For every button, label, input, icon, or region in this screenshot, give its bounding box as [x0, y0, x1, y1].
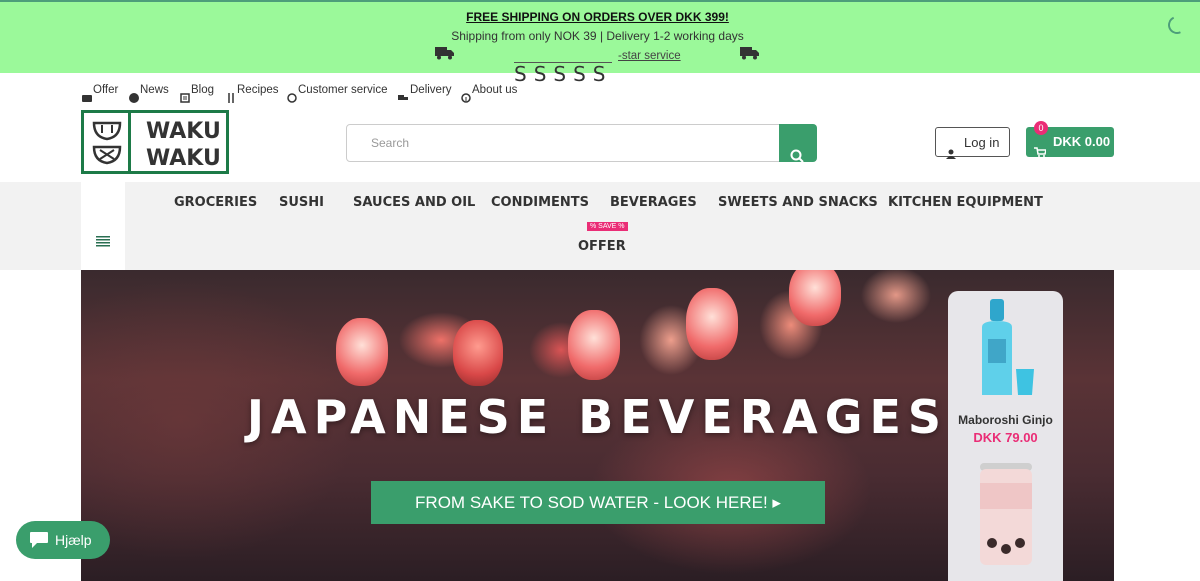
featured-product-card[interactable]: Maboroshi Ginjo DKK 79.00	[948, 291, 1063, 581]
lantern-image	[686, 288, 738, 360]
nav-groceries[interactable]: GROCERIES	[174, 195, 257, 210]
utility-label: Blog	[191, 84, 215, 96]
truck-icon	[740, 47, 759, 60]
user-icon	[946, 149, 956, 159]
recipes-icon	[228, 93, 234, 103]
chat-bubble-icon	[30, 532, 48, 548]
site-logo[interactable]: WAKU WAKU	[81, 110, 229, 174]
blog-icon	[180, 93, 190, 103]
bubble-tea-can-image	[980, 463, 1032, 565]
rating-stars: SSSSS	[514, 62, 613, 86]
utility-label: About us	[472, 84, 518, 96]
sake-bottle-image	[982, 299, 1034, 395]
cart-icon	[1034, 147, 1046, 157]
nav-sweets-and-snacks[interactable]: SWEETS AND SNACKS	[718, 195, 878, 210]
logo-divider	[128, 113, 131, 171]
help-label: Hjælp	[55, 532, 92, 548]
product-price: DKK 79.00	[973, 430, 1038, 445]
search-button[interactable]	[779, 124, 817, 163]
lantern-image	[453, 320, 503, 386]
nav-sushi[interactable]: SUSHI	[279, 195, 324, 210]
utility-label: Offer	[93, 84, 119, 96]
about-icon	[461, 93, 471, 103]
menu-toggle[interactable]	[81, 182, 125, 270]
login-button[interactable]: Log in	[935, 127, 1010, 159]
news-icon	[129, 93, 139, 103]
delivery-icon	[398, 95, 408, 100]
search-input[interactable]: Search	[346, 124, 780, 162]
hamburger-menu-icon	[96, 236, 110, 247]
hero-cta-button[interactable]: FROM SAKE TO SOD WATER - LOOK HERE! ▸	[371, 481, 825, 524]
login-label: Log in	[964, 135, 1000, 150]
utility-label: Recipes	[237, 84, 279, 96]
offer-icon	[82, 95, 92, 102]
cart-count-badge: 0	[1034, 121, 1048, 135]
help-chat-button[interactable]: Hjælp	[16, 521, 110, 559]
cart-button[interactable]: 0 DKK 0.00	[1026, 121, 1114, 157]
search-icon	[790, 149, 804, 163]
star-service-link[interactable]: -star service	[618, 50, 681, 62]
lantern-image	[336, 318, 388, 386]
free-shipping-headline[interactable]: FREE SHIPPING ON ORDERS OVER DKK 399!	[0, 10, 1195, 24]
nav-condiments[interactable]: CONDIMENTS	[491, 195, 589, 210]
lantern-image	[568, 310, 620, 380]
cart-total: DKK 0.00	[1053, 134, 1111, 149]
logo-text: WAKU WAKU	[146, 119, 221, 171]
logo-mark-icon	[92, 121, 122, 165]
truck-icon	[435, 47, 454, 60]
utility-label: Customer service	[298, 84, 388, 96]
nav-sauces-and-oil[interactable]: SAUCES AND OIL	[353, 195, 475, 210]
save-badge: % SAVE %	[587, 222, 628, 231]
utility-label: Delivery	[410, 84, 452, 96]
utility-label: News	[140, 84, 169, 96]
nav-offer[interactable]: OFFER	[578, 239, 626, 254]
product-name: Maboroshi Ginjo	[958, 413, 1053, 427]
nav-beverages[interactable]: BEVERAGES	[610, 195, 697, 210]
nav-kitchen-equipment[interactable]: KITCHEN EQUIPMENT	[888, 195, 1043, 210]
lantern-image	[789, 270, 841, 326]
customer-service-icon	[287, 93, 297, 103]
shipping-info: Shipping from only NOK 39 | Delivery 1-2…	[451, 29, 744, 43]
hero-banner[interactable]: JAPANESE BEVERAGES FROM SAKE TO SOD WATE…	[81, 270, 1114, 581]
